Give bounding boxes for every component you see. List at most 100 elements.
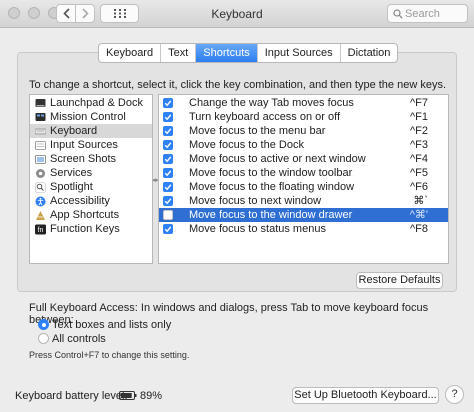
shortcut-label: Move focus to next window [189,195,322,207]
category-label: Services [50,167,93,179]
checkbox-checked[interactable] [163,168,173,178]
svg-text:fn: fn [38,227,44,234]
shortcut-key[interactable]: ^F6 [410,180,428,194]
shortcut-label: Move focus to the floating window [189,181,355,193]
category-app-shortcuts[interactable]: App Shortcuts [30,208,152,222]
shortcut-key[interactable]: ^F2 [410,124,428,138]
shortcut-category-list[interactable]: Launchpad & Dock Mission Control Keyboar… [29,94,153,264]
shortcut-key[interactable]: ^F3 [410,138,428,152]
tab-input-sources[interactable]: Input Sources [258,44,341,62]
category-keyboard[interactable]: Keyboard [30,124,152,138]
battery-level-label: Keyboard battery level: [15,390,128,402]
radio-all-controls[interactable]: All controls [38,332,106,345]
shortcut-row[interactable]: Turn keyboard access on or off ^F1 [159,110,448,124]
checkmark-icon [164,142,172,149]
battery-fill [121,393,132,398]
launchpad-dock-icon [35,98,46,107]
category-input-sources[interactable]: Input Sources [30,138,152,152]
keyboard-icon [35,128,46,134]
keyboard-preferences-window: Keyboard Keyboard Text Shortcuts Input S… [0,0,474,412]
shortcut-row[interactable]: Move focus to next window ⌘` [159,194,448,208]
tab-keyboard[interactable]: Keyboard [99,44,162,62]
shortcut-key[interactable]: ^⌘' [410,208,428,222]
shortcut-row[interactable]: Move focus to the floating window ^F6 [159,180,448,194]
checkmark-icon [164,128,172,135]
checkmark-icon [164,156,172,163]
shortcut-row[interactable]: Move focus to the Dock ^F3 [159,138,448,152]
instruction-text: To change a shortcut, select it, click t… [29,79,447,91]
mission-control-icon [35,112,46,121]
radio-button-unselected[interactable] [38,333,49,344]
tab-shortcuts[interactable]: Shortcuts [196,44,258,62]
category-label: Mission Control [50,111,126,123]
set-up-bluetooth-keyboard-button[interactable]: Set Up Bluetooth Keyboard... [292,387,439,404]
checkbox-checked[interactable] [163,154,173,164]
shortcut-label: Change the way Tab moves focus [189,97,354,109]
shortcut-key[interactable]: ^F7 [410,96,428,110]
search-field[interactable] [387,4,468,23]
shortcut-row[interactable]: Move focus to the menu bar ^F2 [159,124,448,138]
category-launchpad-dock[interactable]: Launchpad & Dock [30,96,152,110]
category-label: Input Sources [50,139,118,151]
checkbox-checked[interactable] [163,196,173,206]
checkbox-checked[interactable] [163,112,173,122]
shortcut-row[interactable]: Move focus to status menus ^F8 [159,222,448,236]
shortcut-label: Move focus to status menus [189,223,326,235]
shortcut-label: Move focus to the window toolbar [189,167,353,179]
restore-defaults-button[interactable]: Restore Defaults [356,272,443,289]
tab-dictation[interactable]: Dictation [341,44,398,62]
tab-bar: Keyboard Text Shortcuts Input Sources Di… [98,43,399,63]
checkbox-checked[interactable] [163,140,173,150]
category-spotlight[interactable]: Spotlight [30,180,152,194]
shortcut-row[interactable]: Change the way Tab moves focus ^F7 [159,96,448,110]
category-services[interactable]: Services [30,166,152,180]
checkmark-icon [164,198,172,205]
shortcut-label: Move focus to the menu bar [189,125,326,137]
search-icon [393,9,403,19]
tab-text[interactable]: Text [161,44,197,62]
shortcut-row-selected[interactable]: Move focus to the window drawer ^⌘' [159,208,448,222]
shortcut-label: Move focus to active or next window [189,153,366,165]
shortcut-row[interactable]: Move focus to the window toolbar ^F5 [159,166,448,180]
shortcut-label: Move focus to the Dock [189,139,304,151]
battery-level-value: 89% [140,390,163,402]
split-view-divider-handle[interactable]: ◂▸ [152,176,159,184]
title-bar: Keyboard [0,0,474,28]
category-function-keys[interactable]: fn Function Keys [30,222,152,236]
shortcut-label: Move focus to the window drawer [189,209,353,221]
checkmark-icon [164,226,172,233]
shortcut-key[interactable]: ^F5 [410,166,428,180]
category-label: Spotlight [50,181,93,193]
checkbox-checked[interactable] [163,182,173,192]
shortcut-list[interactable]: Change the way Tab moves focus ^F7 Turn … [158,94,449,264]
app-shortcuts-icon [36,210,45,220]
input-sources-icon [35,140,46,150]
checkmark-icon [164,114,172,121]
checkbox-checked[interactable] [163,98,173,108]
category-accessibility[interactable]: Accessibility [30,194,152,208]
checkbox-checked[interactable] [163,126,173,136]
category-screen-shots[interactable]: Screen Shots [30,152,152,166]
shortcut-key[interactable]: ⌘` [413,194,428,208]
category-label: Function Keys [50,223,120,235]
help-button[interactable]: ? [445,385,464,404]
checkbox-checked[interactable] [163,224,173,234]
accessibility-icon [35,196,46,206]
category-label: Screen Shots [50,153,117,165]
search-input[interactable] [405,6,465,21]
battery-icon [119,391,137,400]
shortcut-key[interactable]: ^F4 [410,152,428,166]
services-gear-icon [36,168,45,178]
radio-button-selected[interactable] [38,319,49,330]
category-label: App Shortcuts [50,209,120,221]
function-keys-icon: fn [35,224,46,234]
keyboard-access-hint: Press Control+F7 to change this setting. [29,350,190,360]
screen-shots-icon [35,154,46,164]
category-label: Launchpad & Dock [50,97,143,109]
shortcut-row[interactable]: Move focus to active or next window ^F4 [159,152,448,166]
shortcut-key[interactable]: ^F8 [410,222,428,236]
shortcut-key[interactable]: ^F1 [410,110,428,124]
radio-text-boxes-and-lists[interactable]: Text boxes and lists only [38,318,171,331]
checkbox-unchecked[interactable] [163,210,173,220]
category-mission-control[interactable]: Mission Control [30,110,152,124]
